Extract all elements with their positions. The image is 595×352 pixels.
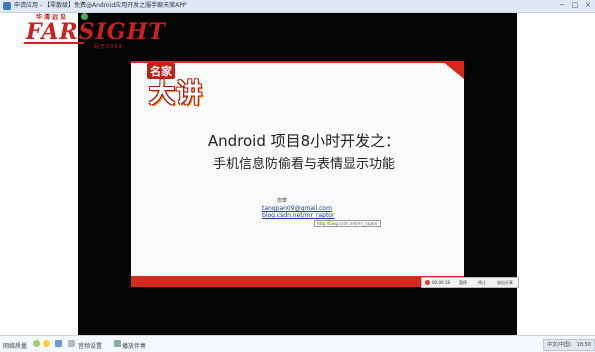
speaker-icon[interactable] bbox=[55, 340, 62, 347]
window-title: 申请应用 - 【零散级】免费@Android应用开发之服手聊天案APP bbox=[14, 2, 187, 9]
pause-button[interactable]: 暂停 bbox=[459, 280, 467, 286]
status-bar: 网络质量 音频设置 播放伴奏 中文(中国) 18:50 bbox=[0, 335, 595, 352]
system-tray: 中文(中国) 18:50 bbox=[543, 339, 595, 351]
mingjia-dajiang-badge: 名家 大讲 bbox=[139, 63, 234, 109]
app-icon bbox=[3, 2, 11, 10]
logo-tagline: 始于2004 bbox=[94, 44, 123, 50]
close-button[interactable]: × bbox=[582, 1, 594, 10]
exit-share-button[interactable]: 退出分享 bbox=[497, 280, 513, 286]
music-icon[interactable] bbox=[114, 340, 121, 347]
maximize-button[interactable]: □ bbox=[569, 1, 581, 10]
network-quality-label[interactable]: 网络质量 bbox=[3, 341, 27, 350]
ime-indicator[interactable]: 中文(中国) bbox=[547, 342, 571, 348]
slide-bottom-band bbox=[131, 276, 464, 287]
mic-icon[interactable] bbox=[68, 340, 75, 347]
farsight-logo: 华清远见 FARSIGHT 始于2004 bbox=[23, 12, 165, 54]
clock: 18:50 bbox=[576, 342, 591, 348]
accompaniment-label[interactable]: 播放伴奏 bbox=[122, 341, 146, 350]
share-timer: 00:00:18 bbox=[432, 280, 450, 285]
record-icon bbox=[425, 280, 430, 285]
link-tooltip: http://blog.csdn.net/mr_raptor bbox=[314, 220, 381, 227]
right-panel bbox=[517, 13, 595, 335]
presentation-slide: 名家 大讲 Android 项目8小时开发之： 手机信息防偷看与表情显示功能 唐… bbox=[131, 61, 464, 287]
slide-author: 唐攀 bbox=[277, 198, 288, 204]
smile-icon[interactable] bbox=[43, 340, 50, 347]
share-control-bar: 00:00:18 暂停 停止 退出分享 bbox=[421, 277, 519, 288]
audio-settings-label[interactable]: 音频设置 bbox=[78, 341, 102, 350]
slide-title-line2: 手机信息防偷看与表情显示功能 bbox=[212, 157, 395, 172]
minimize-button[interactable]: − bbox=[556, 1, 568, 10]
logo-swoosh bbox=[23, 42, 85, 44]
badge-big-text: 大讲 bbox=[149, 79, 204, 109]
stop-button[interactable]: 停止 bbox=[478, 280, 486, 286]
slide-title-line1: Android 项目8小时开发之： bbox=[207, 132, 401, 150]
slide-corner-decoration bbox=[442, 61, 464, 79]
left-panel bbox=[0, 13, 78, 335]
slide-blog-link[interactable]: blog.csdn.net/mr_raptor bbox=[262, 212, 334, 219]
slide-email-link[interactable]: tangpan09@gmail.com bbox=[262, 205, 332, 212]
signal-icon bbox=[33, 340, 40, 347]
